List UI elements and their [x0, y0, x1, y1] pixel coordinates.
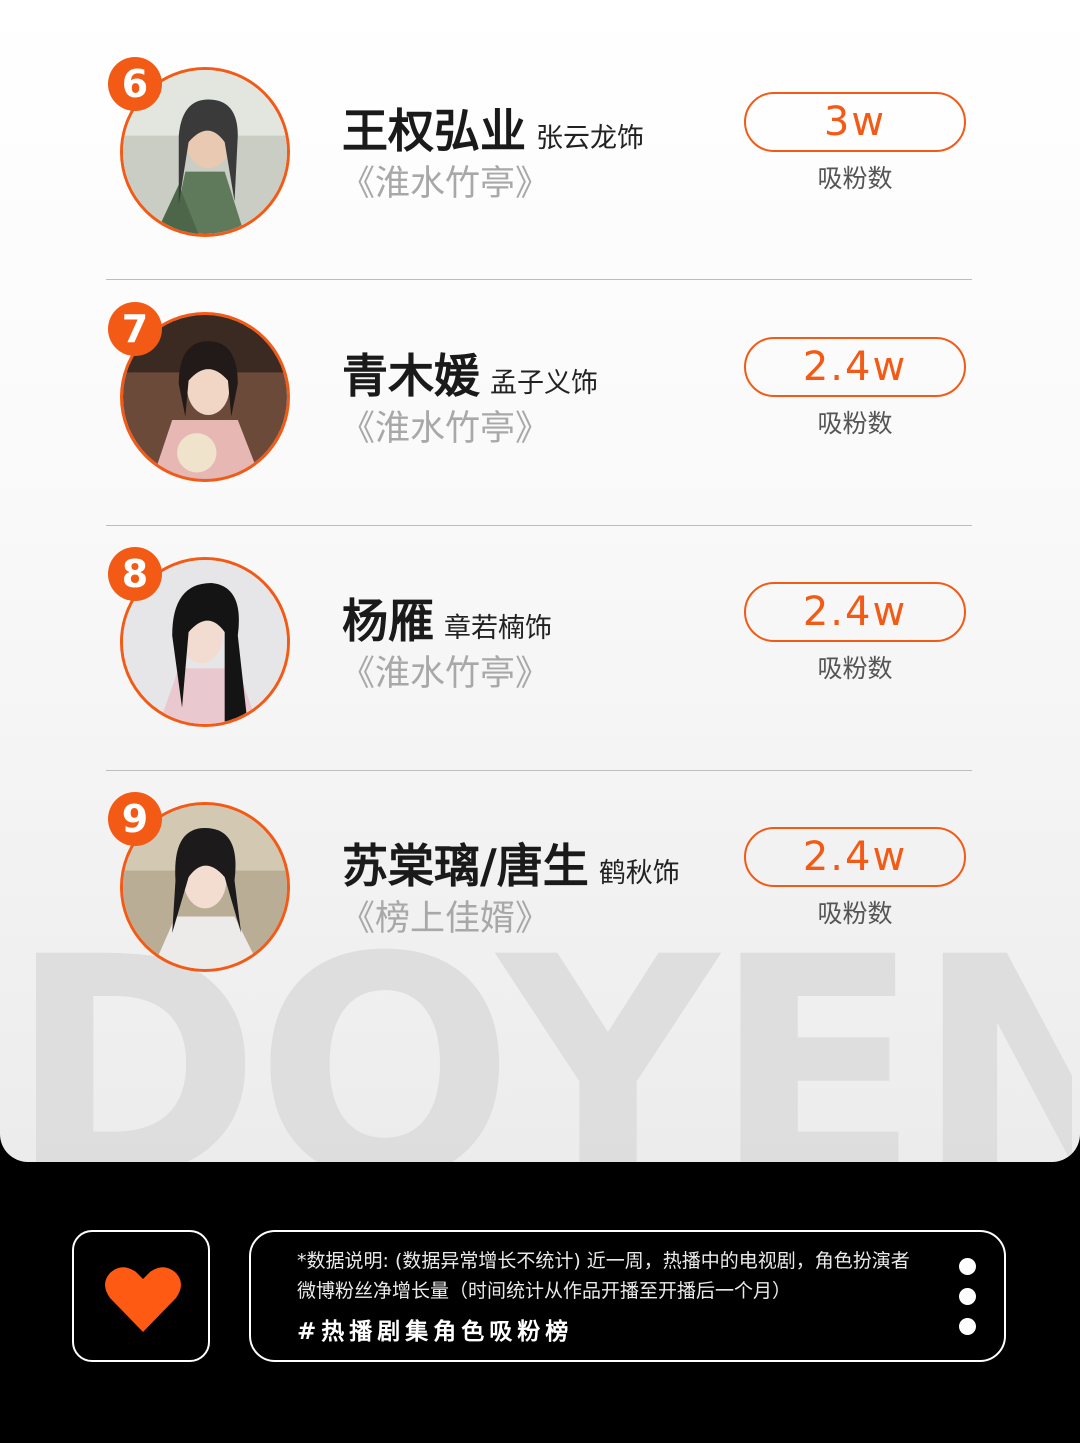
- rank-badge: 7: [108, 302, 162, 356]
- heart-icon: [105, 1267, 181, 1332]
- fans-label: 吸粉数: [817, 164, 893, 193]
- fans-count-badge: 2.4w: [744, 582, 966, 642]
- divider: [106, 525, 972, 526]
- menu-dot: [959, 1318, 976, 1335]
- data-note-text: *数据说明: (数据异常增长不统计) 近一周，热播中的电视剧，角色扮演者微博粉丝…: [297, 1250, 910, 1302]
- fans-count-badge: 3w: [744, 92, 966, 152]
- drama-title: 《榜上佳婿》: [340, 899, 551, 939]
- drama-title: 《淮水竹亭》: [340, 164, 551, 204]
- character-line: 苏棠璃/唐生 鹤秋饰: [342, 830, 680, 896]
- actor-name: 孟子义饰: [490, 368, 598, 399]
- menu-dot: [959, 1258, 976, 1275]
- fans-count-badge: 2.4w: [744, 337, 966, 397]
- character-name: 王权弘业: [342, 104, 526, 158]
- character-name: 苏棠璃/唐生: [342, 839, 589, 893]
- fans-count-badge: 2.4w: [744, 827, 966, 887]
- character-name: 青木媛: [342, 349, 480, 403]
- ranking-row[interactable]: 8 杨雁 章若楠饰 《淮水竹亭》 2.4w 吸粉数: [0, 537, 1080, 782]
- divider: [106, 770, 972, 771]
- actor-name: 鹤秋饰: [598, 858, 680, 889]
- menu-dot: [959, 1288, 976, 1305]
- drama-title: 《淮水竹亭》: [340, 409, 551, 449]
- fans-label: 吸粉数: [817, 899, 893, 928]
- ranking-row[interactable]: 9 苏棠璃/唐生 鹤秋饰 《榜上佳婿》 2.4w 吸粉数: [0, 782, 1080, 1027]
- ranking-card: DOYEN 6 王权弘业 张云龙饰 《淮水竹亭》 3w 吸粉数 7 青木媛 孟子…: [0, 0, 1080, 1162]
- more-vertical-icon[interactable]: [959, 1258, 979, 1348]
- fans-label: 吸粉数: [817, 654, 893, 683]
- rank-badge: 8: [108, 547, 162, 601]
- rank-badge: 9: [108, 792, 162, 846]
- drama-title: 《淮水竹亭》: [340, 654, 551, 694]
- character-line: 王权弘业 张云龙饰: [342, 95, 644, 161]
- divider: [106, 279, 972, 280]
- actor-name: 章若楠饰: [444, 613, 552, 644]
- data-note-panel: *数据说明: (数据异常增长不统计) 近一周，热播中的电视剧，角色扮演者微博粉丝…: [249, 1230, 1006, 1362]
- ranking-row[interactable]: 6 王权弘业 张云龙饰 《淮水竹亭》 3w 吸粉数: [0, 47, 1080, 292]
- character-line: 杨雁 章若楠饰: [342, 585, 552, 651]
- rank-badge: 6: [108, 57, 162, 111]
- actor-name: 张云龙饰: [536, 123, 644, 154]
- character-name: 杨雁: [342, 594, 434, 648]
- like-button[interactable]: [72, 1230, 210, 1362]
- hashtag-title[interactable]: #热播剧集角色吸粉榜: [297, 1312, 573, 1346]
- fans-label: 吸粉数: [817, 409, 893, 438]
- character-line: 青木媛 孟子义饰: [342, 340, 598, 406]
- ranking-row[interactable]: 7 青木媛 孟子义饰 《淮水竹亭》 2.4w 吸粉数: [0, 292, 1080, 537]
